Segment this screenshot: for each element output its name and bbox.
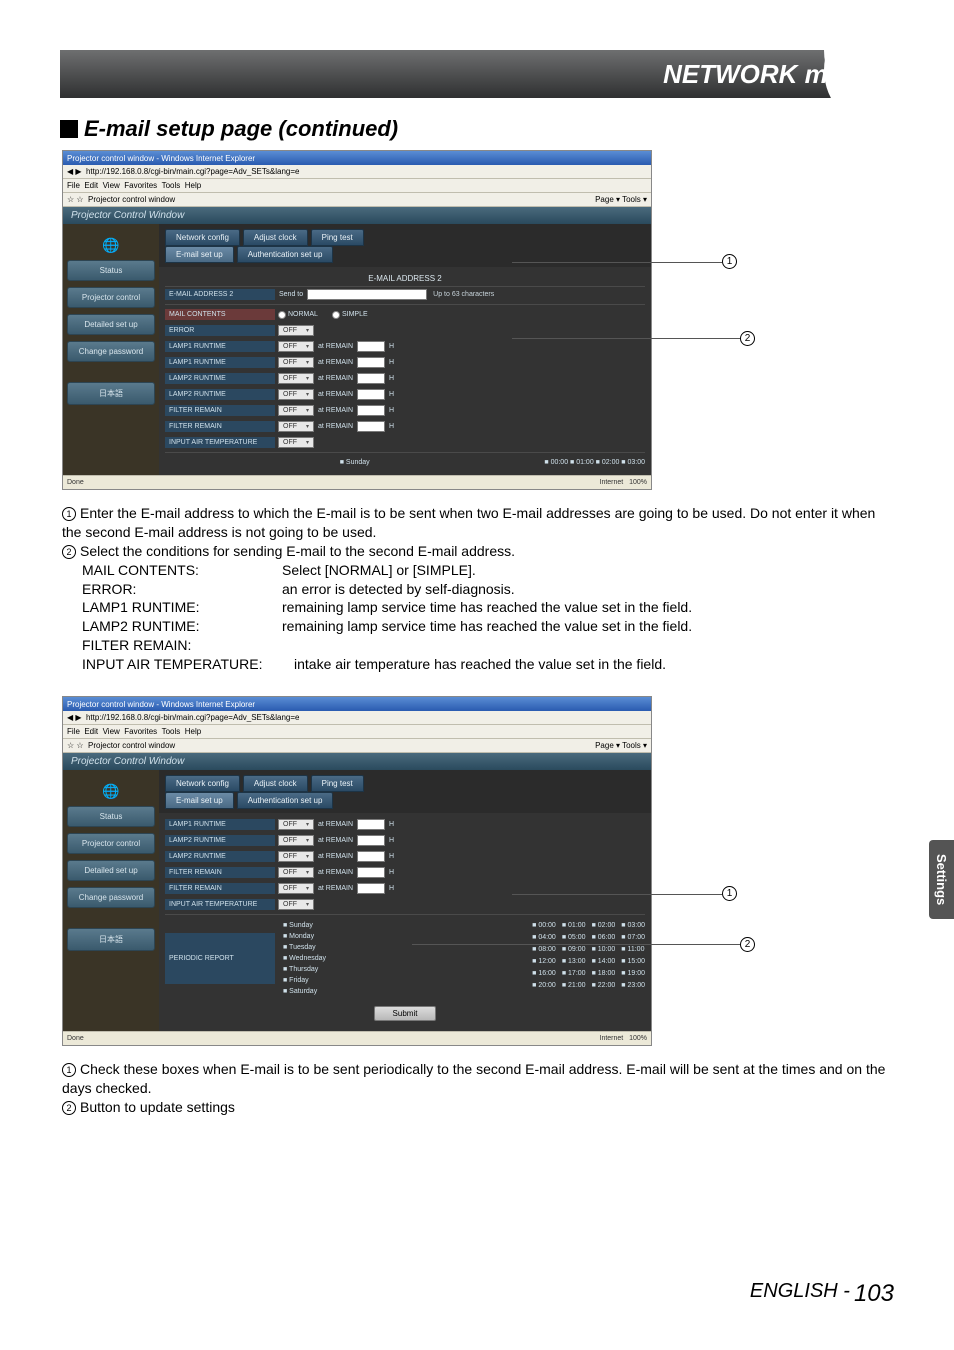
footer-page: 103: [854, 1280, 894, 1308]
callout-1b: 1: [722, 886, 737, 901]
callout-line-2b: [412, 944, 740, 945]
sel-error[interactable]: OFF: [278, 325, 314, 336]
radio-simple[interactable]: SIMPLE: [332, 311, 368, 319]
side-status-2[interactable]: Status: [67, 806, 155, 827]
ie-titlebar: Projector control window - Windows Inter…: [63, 151, 651, 165]
ie-statusbar-2: DoneInternet 100%: [63, 1031, 651, 1045]
pcw-title-2: Projector Control Window: [63, 753, 651, 770]
sel-inputair[interactable]: OFF: [278, 437, 314, 448]
side-detailed-2[interactable]: Detailed set up: [67, 860, 155, 881]
s2-lamp2a: LAMP2 RUNTIME: [165, 835, 275, 846]
lamp1b-val[interactable]: [357, 357, 385, 368]
sunday-check[interactable]: ■ Sunday: [340, 459, 370, 466]
callout-line-2: [512, 338, 740, 339]
lamp2-val[interactable]: [357, 373, 385, 384]
footer: ENGLISH - 103: [60, 1280, 894, 1308]
callout-2: 2: [740, 331, 755, 346]
screenshot-1: Projector control window - Windows Inter…: [62, 150, 652, 490]
lbl-inputair: INPUT AIR TEMPERATURE: [165, 437, 275, 448]
addr2-input[interactable]: [307, 289, 427, 300]
lbl-addr2: E-MAIL ADDRESS 2: [165, 289, 275, 300]
ie-menubar: File Edit View Favorites Tools Help: [63, 179, 651, 193]
lamp1-val[interactable]: [357, 341, 385, 352]
side-projector[interactable]: Projector control: [67, 287, 155, 308]
lbl-error: ERROR: [165, 325, 275, 336]
side-change[interactable]: Change password: [67, 341, 155, 362]
sel-lamp2b[interactable]: OFF: [278, 389, 314, 400]
lamp2b-val[interactable]: [357, 389, 385, 400]
tab-adjust-2[interactable]: Adjust clock: [243, 775, 308, 792]
lbl-filter: FILTER REMAIN: [165, 405, 275, 416]
s2-filter: FILTER REMAIN: [165, 867, 275, 878]
lbl-mailcontents: MAIL CONTENTS: [165, 309, 275, 320]
sel-filter[interactable]: OFF: [278, 405, 314, 416]
lbl-filterb: FILTER REMAIN: [165, 421, 275, 432]
side-jp-2[interactable]: 日本語: [67, 928, 155, 951]
pcw-sidebar: 🌐 Status Projector control Detailed set …: [63, 224, 159, 475]
submit-button[interactable]: Submit: [374, 1006, 437, 1021]
lbl-lamp1b: LAMP1 RUNTIME: [165, 357, 275, 368]
filter-val[interactable]: [357, 405, 385, 416]
header-band: NETWORK menu: [60, 50, 894, 98]
sel-lamp2[interactable]: OFF: [278, 373, 314, 384]
header-title: NETWORK menu: [663, 59, 874, 90]
pcw-title: Projector Control Window: [63, 207, 651, 224]
day-checks[interactable]: ■ Sunday■ Monday■ Tuesday■ Wednesday■ Th…: [283, 920, 326, 997]
pcw-sidebar-2: 🌐 Status Projector control Detailed set …: [63, 770, 159, 1031]
tab-network[interactable]: Network config: [165, 229, 240, 246]
section-header: E-mail setup page (continued): [60, 116, 894, 142]
tab-email-2[interactable]: E-mail set up: [165, 792, 234, 809]
footer-lang: ENGLISH -: [750, 1280, 850, 1308]
sel-filterb[interactable]: OFF: [278, 421, 314, 432]
side-projector-2[interactable]: Projector control: [67, 833, 155, 854]
side-detailed[interactable]: Detailed set up: [67, 314, 155, 335]
lbl-lamp1: LAMP1 RUNTIME: [165, 341, 275, 352]
s2-filterb: FILTER REMAIN: [165, 883, 275, 894]
tab-network-2[interactable]: Network config: [165, 775, 240, 792]
callout-line-1b: [512, 894, 722, 895]
tab-auth[interactable]: Authentication set up: [237, 246, 334, 263]
time-checks[interactable]: 00:0001:0002:0003:00 04:0005:0006:0007:0…: [532, 920, 645, 991]
tab-ping[interactable]: Ping test: [311, 229, 364, 246]
ie-titlebar-2: Projector control window - Windows Inter…: [63, 697, 651, 711]
side-change-2[interactable]: Change password: [67, 887, 155, 908]
side-status[interactable]: Status: [67, 260, 155, 281]
ie-addressbar-2: ◀ ▶ http://192.168.0.8/cgi-bin/main.cgi?…: [63, 711, 651, 725]
callout-2b: 2: [740, 937, 755, 952]
tab-ping-2[interactable]: Ping test: [311, 775, 364, 792]
screenshot-2: Projector control window - Windows Inter…: [62, 696, 652, 1046]
s2-lamp2b: LAMP2 RUNTIME: [165, 851, 275, 862]
lbl-lamp2b: LAMP2 RUNTIME: [165, 389, 275, 400]
time-legend: ■ 00:00 ■ 01:00 ■ 02:00 ■ 03:00: [544, 459, 645, 466]
s2-lamp1: LAMP1 RUNTIME: [165, 819, 275, 830]
lbl-lamp2: LAMP2 RUNTIME: [165, 373, 275, 384]
ie-fav-bar: ☆ ☆ Projector control windowPage ▾ Tools…: [63, 193, 651, 207]
sel-lamp1b[interactable]: OFF: [278, 357, 314, 368]
s2-input: INPUT AIR TEMPERATURE: [165, 899, 275, 910]
callout-1: 1: [722, 254, 737, 269]
side-jp[interactable]: 日本語: [67, 382, 155, 405]
section-title: E-mail setup page (continued): [84, 116, 398, 142]
body-text-2: 1Check these boxes when E-mail is to be …: [60, 1060, 894, 1117]
radio-normal[interactable]: NORMAL: [278, 311, 318, 319]
filterb-val[interactable]: [357, 421, 385, 432]
ie-menubar-2: File Edit View Favorites Tools Help: [63, 725, 651, 739]
tab-adjust[interactable]: Adjust clock: [243, 229, 308, 246]
section-square-icon: [60, 120, 78, 138]
body-text-1: 1Enter the E-mail address to which the E…: [60, 504, 894, 674]
ie-addressbar: ◀ ▶ http://192.168.0.8/cgi-bin/main.cgi?…: [63, 165, 651, 179]
tab-auth-2[interactable]: Authentication set up: [237, 792, 334, 809]
subheader: E-MAIL ADDRESS 2: [165, 271, 645, 287]
sel-lamp1[interactable]: OFF: [278, 341, 314, 352]
side-tab-settings: Settings: [929, 840, 954, 919]
ie-statusbar: DoneInternet 100%: [63, 475, 651, 489]
ie-fav-bar-2: ☆ ☆ Projector control windowPage ▾ Tools…: [63, 739, 651, 753]
addr2-hint: Up to 63 characters: [433, 291, 494, 298]
s2-periodic: PERIODIC REPORT: [165, 933, 275, 984]
callout-line-1: [512, 262, 722, 263]
tab-email[interactable]: E-mail set up: [165, 246, 234, 263]
